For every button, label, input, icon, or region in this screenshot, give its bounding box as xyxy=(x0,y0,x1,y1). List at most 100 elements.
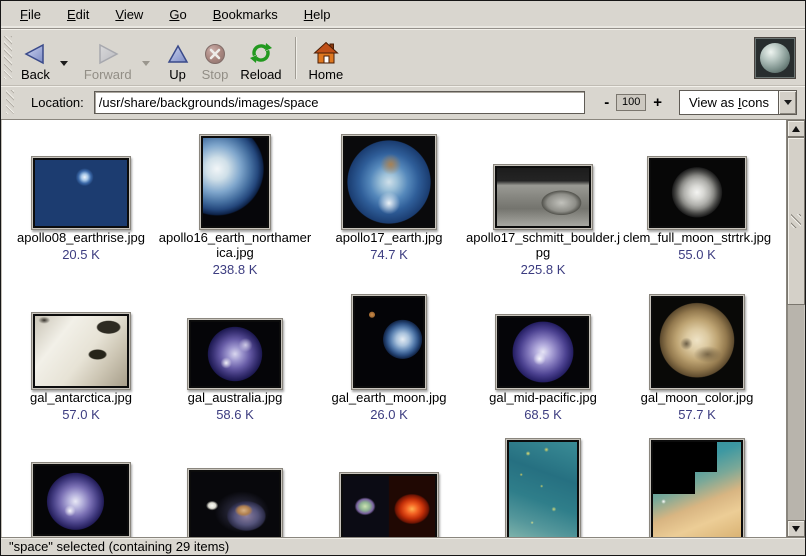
file-thumbnail xyxy=(33,158,129,228)
up-label: Up xyxy=(169,67,186,82)
back-button[interactable]: Back xyxy=(15,32,56,84)
file-name: clem_full_moon_strtrk.jpg xyxy=(620,230,774,245)
menu-bookmarks[interactable]: Bookmarks xyxy=(200,3,291,26)
stop-label: Stop xyxy=(202,67,229,82)
file-item[interactable]: apollo08_earthrise.jpg 20.5 K xyxy=(4,133,158,278)
arrow-down-icon xyxy=(792,526,800,532)
file-item[interactable]: gal_moon_color.jpg 57.7 K xyxy=(620,293,774,438)
home-button[interactable]: Home xyxy=(303,32,350,84)
grip-icon xyxy=(791,214,801,228)
file-thumbnail xyxy=(507,440,579,537)
zoom-level-indicator[interactable]: 100 xyxy=(616,94,646,111)
file-thumbnail xyxy=(189,320,281,388)
chevron-down-icon xyxy=(784,100,792,105)
file-manager-window: File Edit View Go Bookmarks Help Back Fo… xyxy=(0,0,806,556)
forward-icon xyxy=(96,39,120,65)
zoom-in-button[interactable]: + xyxy=(648,94,667,111)
up-icon xyxy=(166,39,190,65)
view-mode-label: View as Icons xyxy=(680,91,778,114)
forward-label: Forward xyxy=(84,67,132,82)
file-item[interactable]: apollo16_earth_northamerica.jpg 238.8 K xyxy=(158,133,312,278)
file-item[interactable]: gal_australia.jpg 58.6 K xyxy=(158,293,312,438)
file-name: apollo17_earth.jpg xyxy=(312,230,466,245)
scrollbar-track[interactable] xyxy=(787,137,805,520)
chevron-down-icon xyxy=(142,61,150,66)
file-size: 20.5 K xyxy=(4,247,158,262)
back-history-dropdown[interactable] xyxy=(56,32,72,84)
file-item[interactable]: gal_mid-pacific.jpg 68.5 K xyxy=(466,293,620,438)
file-item[interactable]: gal_antarctica.jpg57.0 K xyxy=(4,293,158,438)
menu-go[interactable]: Go xyxy=(156,3,199,26)
toolbar-drag-handle[interactable] xyxy=(4,36,12,79)
location-input[interactable] xyxy=(94,91,585,114)
menu-edit[interactable]: Edit xyxy=(54,3,102,26)
up-button[interactable]: Up xyxy=(160,32,196,84)
file-size: 58.6 K xyxy=(158,407,312,422)
stop-icon xyxy=(204,39,226,65)
content-area: apollo08_earthrise.jpg 20.5 K apollo16_ea… xyxy=(1,119,805,537)
menu-help[interactable]: Help xyxy=(291,3,344,26)
file-name: gal_australia.jpg xyxy=(158,390,312,405)
file-item-partial[interactable] xyxy=(620,438,774,537)
file-thumbnail xyxy=(201,136,269,228)
stop-button[interactable]: Stop xyxy=(196,32,235,84)
status-text: "space" selected (containing 29 items) xyxy=(9,539,229,554)
globe-throbber-icon xyxy=(760,43,790,73)
file-item-partial[interactable] xyxy=(4,438,158,537)
file-thumbnail xyxy=(341,474,437,537)
file-name: gal_moon_color.jpg xyxy=(620,390,774,405)
home-icon xyxy=(313,39,339,65)
icon-view[interactable]: apollo08_earthrise.jpg 20.5 K apollo16_ea… xyxy=(1,120,786,537)
file-name: gal_earth_moon.jpg xyxy=(312,390,466,405)
file-size: 57.0 K xyxy=(4,407,158,422)
scroll-down-button[interactable] xyxy=(787,520,805,537)
scroll-up-button[interactable] xyxy=(787,120,805,137)
dropdown-arrow-button[interactable] xyxy=(778,91,796,114)
file-size: 26.0 K xyxy=(312,407,466,422)
file-size: 68.5 K xyxy=(466,407,620,422)
file-item-partial[interactable] xyxy=(466,438,620,537)
file-name: gal_mid-pacific.jpg xyxy=(466,390,620,405)
home-label: Home xyxy=(309,67,344,82)
file-thumbnail xyxy=(649,158,745,228)
reload-label: Reload xyxy=(240,67,281,82)
location-bar: Location: - 100 + View as Icons xyxy=(1,86,805,117)
zoom-out-button[interactable]: - xyxy=(599,94,614,111)
view-mode-dropdown[interactable]: View as Icons xyxy=(679,90,797,115)
file-name: apollo16_earth_northamerica.jpg xyxy=(158,230,312,260)
file-size: 225.8 K xyxy=(466,262,620,277)
toolbar: Back Forward Up Stop Reload xyxy=(1,29,805,86)
file-size: 74.7 K xyxy=(312,247,466,262)
file-item[interactable]: apollo17_earth.jpg 74.7 K xyxy=(312,133,466,278)
file-item[interactable]: gal_earth_moon.jpg 26.0 K xyxy=(312,293,466,438)
reload-button[interactable]: Reload xyxy=(234,32,287,84)
file-thumbnail xyxy=(353,296,425,388)
reload-icon xyxy=(248,39,274,65)
file-size: 57.7 K xyxy=(620,407,774,422)
menu-bar: File Edit View Go Bookmarks Help xyxy=(1,1,805,29)
chevron-down-icon xyxy=(60,61,68,66)
file-thumbnail xyxy=(343,136,435,228)
file-item[interactable]: clem_full_moon_strtrk.jpg 55.0 K xyxy=(620,133,774,278)
status-bar: "space" selected (containing 29 items) xyxy=(1,537,805,555)
forward-button[interactable]: Forward xyxy=(78,32,138,84)
file-thumbnail xyxy=(33,464,129,536)
file-item[interactable]: apollo17_schmitt_boulder.jpg225.8 K xyxy=(466,133,620,278)
toolbar-separator xyxy=(295,37,296,79)
menu-file[interactable]: File xyxy=(7,3,54,26)
forward-history-dropdown[interactable] xyxy=(138,32,154,84)
location-bar-drag-handle[interactable] xyxy=(6,90,14,114)
scrollbar-thumb[interactable] xyxy=(787,137,805,305)
vertical-scrollbar[interactable] xyxy=(786,120,805,537)
menu-view[interactable]: View xyxy=(102,3,156,26)
arrow-up-icon xyxy=(792,126,800,132)
file-thumbnail xyxy=(497,316,589,388)
file-thumbnail xyxy=(495,166,591,228)
file-name: apollo08_earthrise.jpg xyxy=(4,230,158,245)
file-size: 55.0 K xyxy=(620,247,774,262)
file-thumbnail xyxy=(33,314,129,388)
file-size: 238.8 K xyxy=(158,262,312,277)
file-item-partial[interactable] xyxy=(312,438,466,537)
file-thumbnail xyxy=(189,470,281,537)
file-item-partial[interactable] xyxy=(158,438,312,537)
